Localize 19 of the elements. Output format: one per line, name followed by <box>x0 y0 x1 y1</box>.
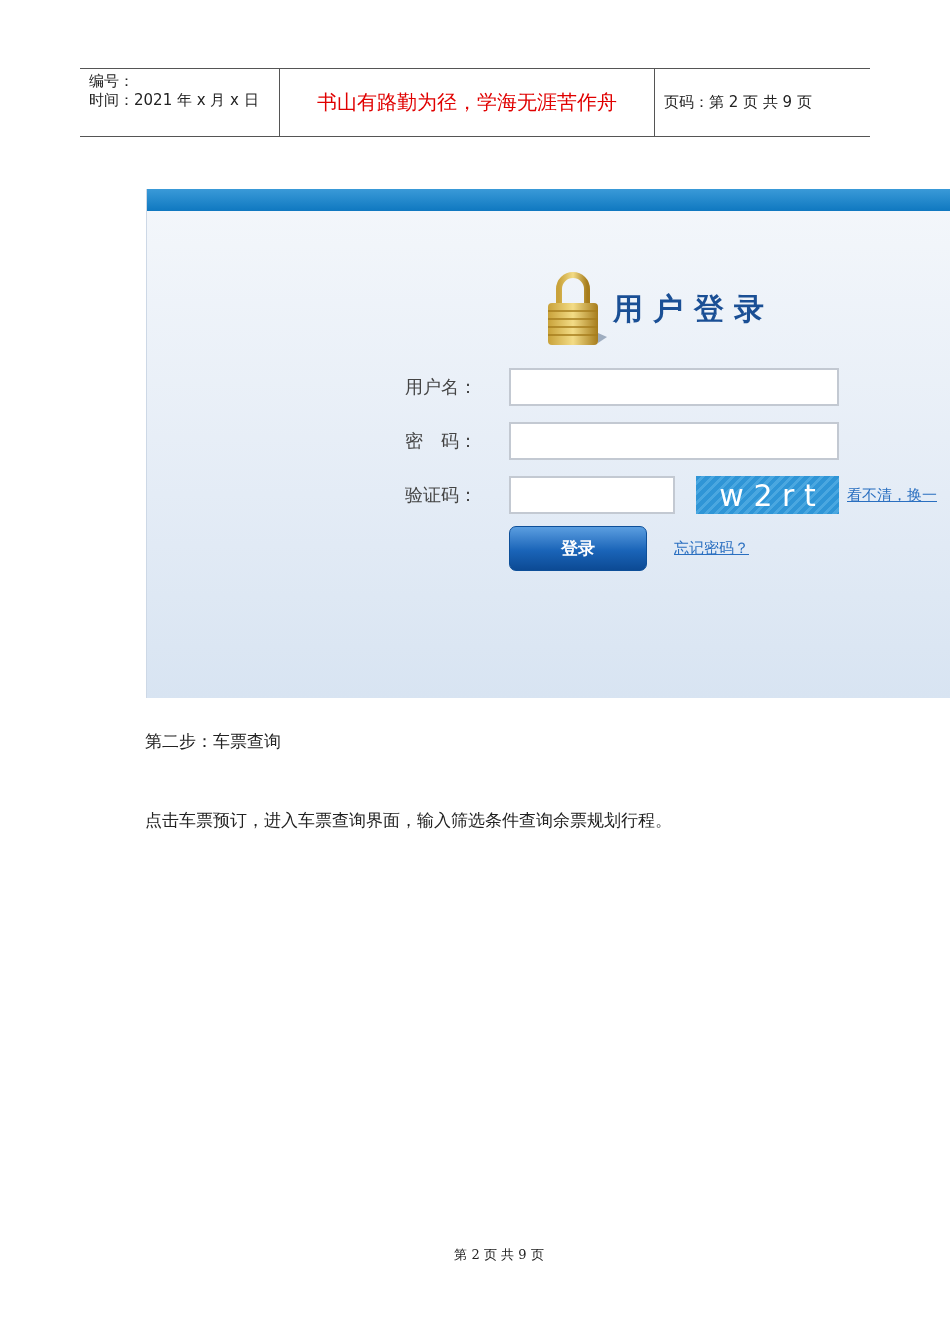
login-title: 用 户 登 录 <box>613 289 765 328</box>
field-label: 用户名： <box>405 375 478 399</box>
page-footer: 第 2 页 共 9 页 <box>454 1246 544 1264</box>
motto-text: 书山有路勤为径，学海无涯苦作舟 <box>317 89 617 116</box>
captcha-field[interactable] <box>509 476 675 514</box>
password-field[interactable] <box>509 422 839 460</box>
field-label: 验证码： <box>405 483 478 507</box>
body-paragraph: 点击车票预订，进入车票查询界面，输入筛选条件查询余票规划行程。 <box>145 809 673 832</box>
login-button[interactable]: 登录 <box>509 525 647 571</box>
page-info: 页码：第 2 页 共 9 页 <box>664 93 812 112</box>
refresh-captcha-link[interactable]: 看不清，换一 <box>847 485 937 505</box>
date-label: 时间：2021 年 x 月 x 日 <box>89 91 260 110</box>
forgot-password-link[interactable]: 忘记密码？ <box>674 538 749 558</box>
padlock-icon <box>545 271 607 347</box>
field-label: 密 码： <box>405 429 478 453</box>
captcha-image: w 2 r t <box>696 476 839 514</box>
number-label: 编号： <box>89 72 135 91</box>
username-field[interactable] <box>509 368 839 406</box>
step-heading: 第二步：车票查询 <box>145 730 282 753</box>
